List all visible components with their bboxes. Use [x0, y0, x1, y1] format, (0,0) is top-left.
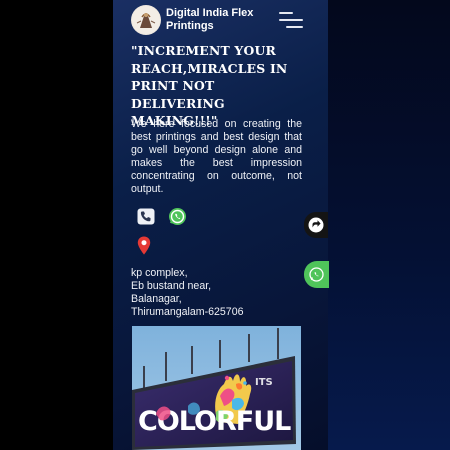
phone-icon[interactable] [137, 208, 155, 230]
location-pin-icon[interactable] [137, 236, 151, 260]
background-panel [328, 0, 450, 450]
hamburger-menu-icon[interactable] [279, 11, 303, 29]
headline-line: PRINT NOT DELIVERING [131, 78, 225, 111]
address-line: Balanagar, [131, 293, 182, 306]
address-line: kp complex, [131, 267, 188, 279]
hero-headline: "INCREMENT YOUR REACH,MIRACLES IN PRINT … [131, 42, 311, 130]
whatsapp-chat-button[interactable] [304, 261, 329, 288]
headline-line: "INCREMENT YOUR [131, 43, 276, 58]
brand-line-2: Printings [166, 19, 214, 32]
share-button[interactable] [304, 212, 328, 238]
address-line: Eb bustand near, [131, 280, 212, 293]
whatsapp-icon [309, 267, 324, 282]
brand-name[interactable]: Digital India Flex Printings [166, 7, 276, 32]
whatsapp-icon[interactable] [168, 207, 187, 231]
billboard-image: ITS COLORFUL [132, 326, 301, 450]
logo-emblem-icon [132, 6, 160, 34]
brand-line-1: Digital India Flex [166, 7, 254, 19]
headline-line: REACH,MIRACLES IN [131, 60, 288, 76]
share-icon [308, 217, 324, 233]
address-block: kp complex, Eb bustand near, Balanagar, … [131, 267, 301, 319]
billboard-small-text: ITS [255, 377, 273, 388]
brand-logo[interactable] [131, 5, 161, 35]
hero-description: We here focused on creating the best pri… [131, 118, 302, 196]
address-line: Thirumangalam-625706 [131, 306, 244, 319]
